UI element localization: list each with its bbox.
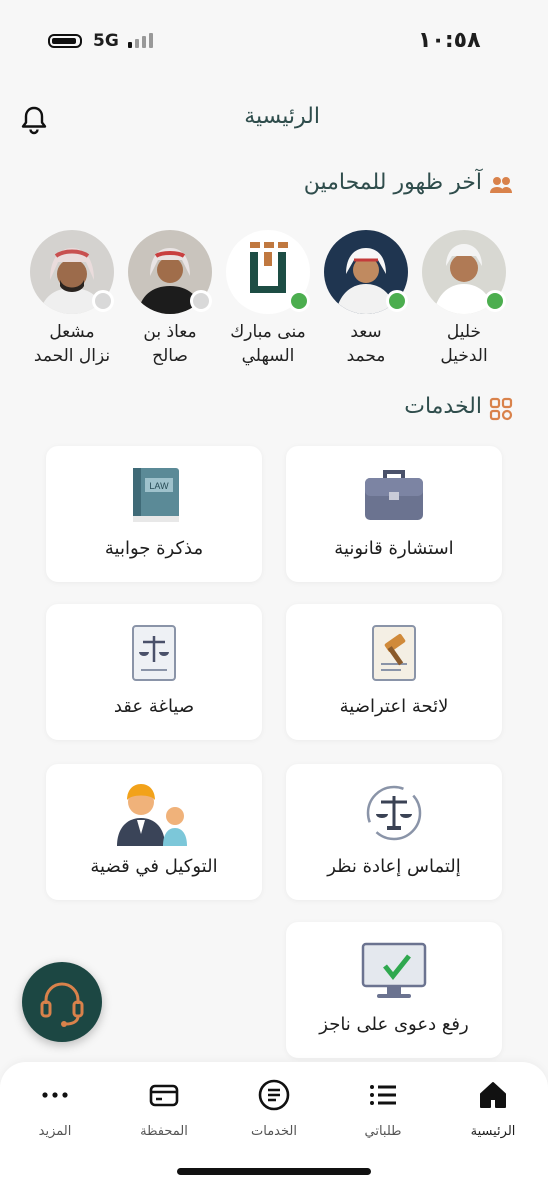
avatar [30, 230, 114, 314]
avatar [128, 230, 212, 314]
people-icon [117, 784, 187, 846]
offline-status-dot [92, 290, 114, 312]
services-icon [258, 1079, 290, 1111]
service-card-reply-memo[interactable]: LAW مذكرة جوابية [46, 446, 262, 582]
users-icon [490, 177, 512, 193]
avatar [422, 230, 506, 314]
support-fab-button[interactable] [22, 962, 102, 1042]
nav-item-more[interactable]: المزيد [10, 1072, 100, 1142]
service-card-reconsideration-petition[interactable]: إلتماس إعادة نظر [286, 764, 502, 900]
monitor-check-icon [361, 942, 427, 998]
lawyer-name: سعد محمد [346, 322, 386, 366]
home-indicator [177, 1168, 371, 1175]
online-status-dot [386, 290, 408, 312]
battery-icon [48, 34, 82, 48]
lawyer-name: منى مبارك السهلي [230, 322, 306, 366]
network-label: 5G [93, 31, 119, 51]
lawyers-section-title: آخر ظهور للمحامين [303, 170, 482, 195]
service-label: إلتماس إعادة نظر [327, 856, 461, 877]
nav-item-wallet[interactable]: المحفظة [119, 1072, 209, 1142]
lawyer-item[interactable]: معاذ بن صالح [122, 230, 218, 368]
signal-icon [128, 32, 158, 48]
law-book-icon: LAW [133, 468, 179, 522]
home-icon [480, 1082, 506, 1108]
briefcase-icon [365, 470, 423, 520]
service-card-objection-list[interactable]: لائحة اعتراضية [286, 604, 502, 740]
lawyer-item[interactable]: منى مبارك السهلي [220, 230, 316, 368]
nav-label: الرئيسية [470, 1124, 516, 1139]
nav-item-home[interactable]: الرئيسية [448, 1072, 538, 1142]
list-icon [370, 1085, 396, 1105]
nav-label: الخدمات [251, 1124, 297, 1139]
nav-label: المزيد [38, 1124, 72, 1139]
nav-item-my-requests[interactable]: طلباتي [338, 1072, 428, 1142]
service-label: مذكرة جوابية [104, 538, 204, 559]
service-label: التوكيل في قضية [90, 856, 218, 877]
page-title: الرئيسية [244, 104, 320, 129]
offline-status-dot [190, 290, 212, 312]
nav-item-services[interactable]: الخدمات [229, 1072, 319, 1142]
gavel-scroll-icon [372, 625, 416, 681]
service-card-najiz-lawsuit[interactable]: رفع دعوى على ناجز [286, 922, 502, 1058]
online-status-dot [288, 290, 310, 312]
service-card-case-power-of-attorney[interactable]: التوكيل في قضية [46, 764, 262, 900]
scales-scroll-icon [132, 625, 176, 681]
services-section-title: الخدمات [404, 394, 482, 419]
scales-refresh-icon [366, 785, 422, 841]
service-label: استشارة قانونية [334, 538, 454, 559]
online-status-dot [484, 290, 506, 312]
service-label: لائحة اعتراضية [339, 696, 449, 717]
avatar [226, 230, 310, 314]
avatar [324, 230, 408, 314]
lawyer-name: معاذ بن صالح [143, 322, 197, 366]
headset-icon [40, 982, 84, 1027]
svg-text:LAW: LAW [149, 481, 169, 491]
grid-icon [489, 397, 513, 421]
nav-label: طلباتي [364, 1124, 402, 1139]
wallet-icon [149, 1084, 179, 1107]
service-label: رفع دعوى على ناجز [319, 1014, 469, 1035]
service-label: صياغة عقد [113, 696, 195, 717]
status-time: ١٠:٥٨ [418, 28, 481, 53]
bell-icon[interactable] [18, 104, 50, 136]
nav-label: المحفظة [140, 1124, 188, 1139]
service-card-contract-drafting[interactable]: صياغة عقد [46, 604, 262, 740]
lawyer-item[interactable]: خليل الدخيل [416, 230, 512, 368]
lawyer-name: خليل الدخيل [440, 322, 488, 366]
service-card-legal-consultation[interactable]: استشارة قانونية [286, 446, 502, 582]
lawyer-name: مشعل نزال الحمد [33, 322, 111, 366]
more-icon [42, 1092, 68, 1098]
lawyer-item[interactable]: سعد محمد [318, 230, 414, 368]
lawyer-item[interactable]: مشعل نزال الحمد [24, 230, 120, 368]
